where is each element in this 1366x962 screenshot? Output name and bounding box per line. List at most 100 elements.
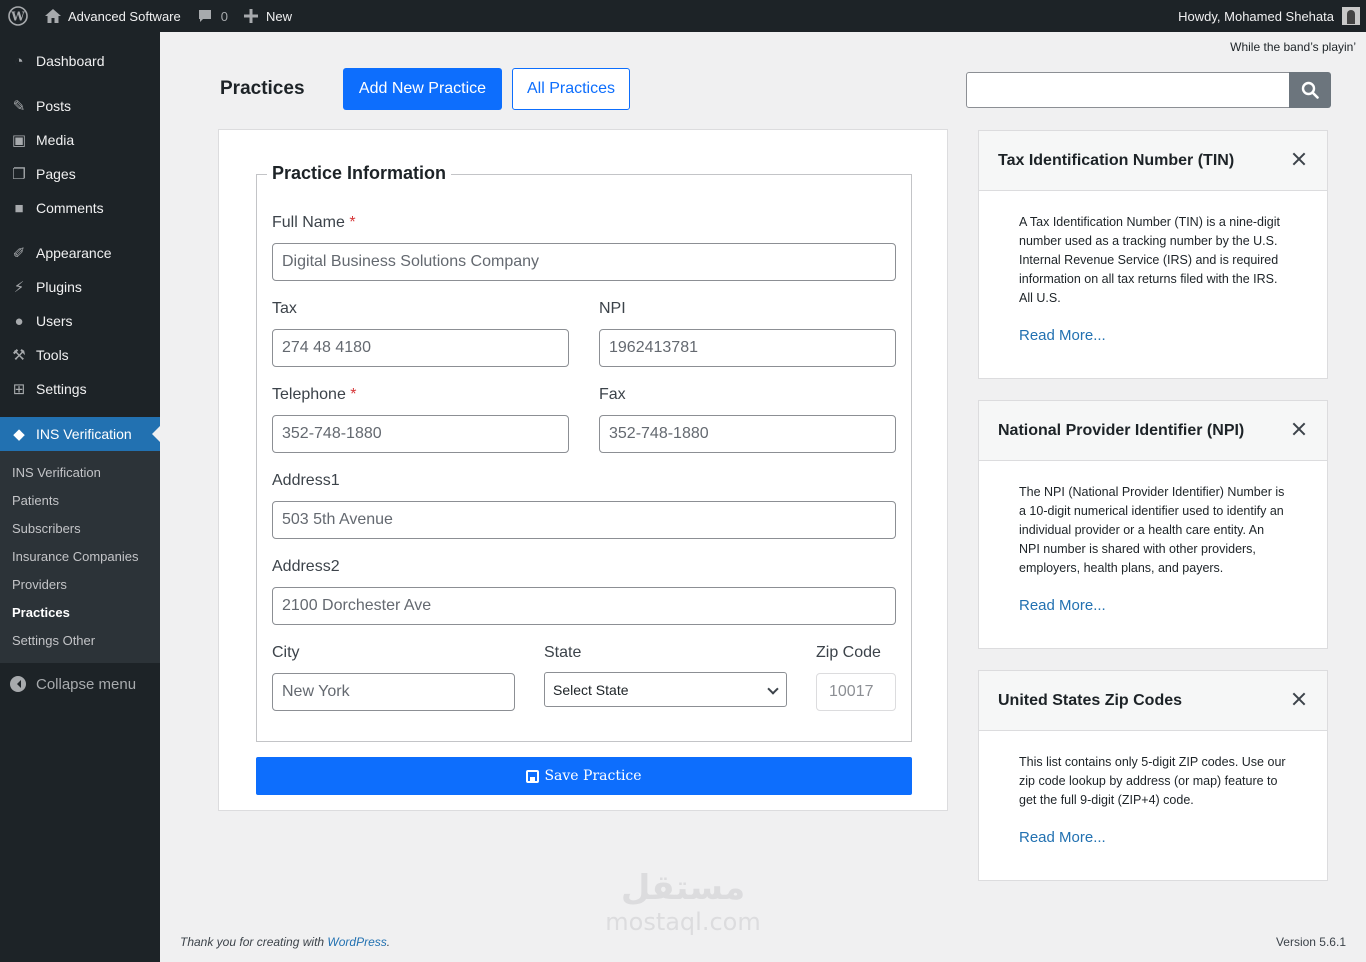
submenu-item-practices[interactable]: Practices bbox=[0, 598, 160, 626]
full-name-label: Full Name * bbox=[272, 214, 356, 232]
sidebar-item-plugins[interactable]: ⚡ Plugins bbox=[0, 270, 160, 304]
search-button[interactable] bbox=[1289, 72, 1331, 108]
read-more-link[interactable]: Read More... bbox=[1019, 596, 1287, 615]
collapse-menu-label: Collapse menu bbox=[36, 675, 137, 693]
footer-period: . bbox=[386, 935, 391, 949]
sidebar-item-ins-verification[interactable]: ◆ INS Verification bbox=[0, 417, 160, 451]
sidebar-item-settings[interactable]: ⊞ Settings bbox=[0, 372, 160, 406]
watermark-latin: mostaql.com bbox=[605, 908, 761, 936]
close-icon[interactable] bbox=[1291, 691, 1307, 707]
submenu-item-subscribers[interactable]: Subscribers bbox=[0, 514, 160, 542]
npi-label: NPI bbox=[599, 300, 626, 317]
chevron-down-icon bbox=[767, 683, 779, 695]
fieldset-legend: Practice Information bbox=[267, 163, 452, 184]
media-icon: ▣ bbox=[11, 132, 27, 149]
plus-icon bbox=[243, 9, 258, 23]
wordpress-logo-icon[interactable]: W bbox=[0, 0, 36, 32]
state-select[interactable]: Select State bbox=[544, 672, 787, 707]
card-text: This list contains only 5-digit ZIP code… bbox=[1019, 755, 1286, 807]
sidebar-item-label: Users bbox=[36, 313, 73, 329]
account-menu[interactable]: Howdy, Mohamed Shehata bbox=[1170, 0, 1366, 32]
collapse-menu-button[interactable]: Collapse menu bbox=[0, 663, 160, 705]
dashboard-icon: ◔ bbox=[14, 52, 24, 70]
close-icon[interactable] bbox=[1291, 421, 1307, 437]
npi-info-card: National Provider Identifier (NPI) The N… bbox=[978, 400, 1328, 649]
sidebar-item-label: Posts bbox=[36, 98, 72, 114]
state-select-value: Select State bbox=[553, 681, 629, 698]
brush-icon: ✐ bbox=[12, 245, 26, 262]
fax-input[interactable]: 352-748-1880 bbox=[599, 415, 896, 453]
submenu-item-patients[interactable]: Patients bbox=[0, 486, 160, 514]
collapse-arrow-icon bbox=[10, 676, 26, 692]
comment-icon: ■ bbox=[14, 199, 24, 217]
new-label: New bbox=[265, 8, 292, 24]
read-more-link[interactable]: Read More... bbox=[1019, 326, 1287, 345]
sidebar-item-media[interactable]: ▣ Media bbox=[0, 123, 160, 157]
comments-link[interactable]: 0 bbox=[189, 0, 236, 32]
site-name-link[interactable]: Advanced Software bbox=[36, 0, 189, 32]
sidebar-item-label: Settings bbox=[36, 381, 87, 397]
npi-input[interactable]: 1962413781 bbox=[599, 329, 896, 367]
telephone-label-text: Telephone bbox=[272, 386, 346, 403]
full-name-input[interactable]: Digital Business Solutions Company bbox=[272, 243, 896, 281]
tin-info-card: Tax Identification Number (TIN) A Tax Id… bbox=[978, 130, 1328, 379]
mostaql-watermark: مستقل mostaql.com bbox=[598, 862, 768, 936]
address1-label: Address1 bbox=[272, 472, 340, 489]
wordpress-link[interactable]: WordPress bbox=[327, 935, 386, 949]
card-header: National Provider Identifier (NPI) bbox=[979, 401, 1327, 461]
new-content-link[interactable]: New bbox=[236, 0, 300, 32]
address1-input[interactable]: 503 5th Avenue bbox=[272, 501, 896, 539]
all-practices-button[interactable]: All Practices bbox=[512, 68, 630, 110]
site-name: Advanced Software bbox=[68, 8, 181, 24]
sidebar-item-label: Dashboard bbox=[36, 53, 105, 69]
home-icon bbox=[45, 9, 61, 23]
sidebar-item-comments[interactable]: ■ Comments bbox=[0, 191, 160, 225]
submenu-item-providers[interactable]: Providers bbox=[0, 570, 160, 598]
sidebar-item-label: Pages bbox=[36, 166, 76, 182]
zip-code-input[interactable]: 10017 bbox=[816, 673, 896, 711]
telephone-label: Telephone * bbox=[272, 386, 357, 404]
tax-label: Tax bbox=[272, 300, 297, 317]
sidebar-item-label: Media bbox=[36, 132, 75, 148]
required-mark: * bbox=[349, 214, 356, 231]
save-disk-icon bbox=[526, 769, 540, 783]
card-title: Tax Identification Number (TIN) bbox=[998, 151, 1235, 169]
sidebar-item-dashboard[interactable]: ◔ Dashboard bbox=[0, 44, 160, 78]
tax-input[interactable]: 274 48 4180 bbox=[272, 329, 569, 367]
avatar bbox=[1342, 7, 1360, 25]
sidebar-item-label: Comments bbox=[36, 200, 104, 216]
sidebar-item-users[interactable]: ● Users bbox=[0, 304, 160, 338]
save-practice-label: Save Practice bbox=[544, 768, 642, 784]
zip-info-card: United States Zip Codes This list contai… bbox=[978, 670, 1328, 881]
page-title: Practices bbox=[220, 78, 305, 99]
submenu-item-ins-verification[interactable]: INS Verification bbox=[0, 458, 160, 486]
sidebar-item-tools[interactable]: ⚒ Tools bbox=[0, 338, 160, 372]
read-more-link[interactable]: Read More... bbox=[1019, 828, 1287, 847]
save-practice-button[interactable]: Save Practice bbox=[256, 757, 912, 795]
state-label: State bbox=[544, 644, 582, 661]
full-name-label-text: Full Name bbox=[272, 214, 345, 231]
pin-icon: ✎ bbox=[12, 98, 26, 115]
settings-icon: ⊞ bbox=[12, 381, 26, 398]
submenu-item-settings-other[interactable]: Settings Other bbox=[0, 626, 160, 654]
wrench-icon: ⚒ bbox=[12, 347, 26, 364]
search-input[interactable] bbox=[966, 72, 1290, 108]
city-input[interactable]: New York bbox=[272, 673, 515, 711]
submenu-item-insurance-companies[interactable]: Insurance Companies bbox=[0, 542, 160, 570]
practice-form-card: Practice Information Full Name * Digital… bbox=[218, 129, 948, 811]
card-text: A Tax Identification Number (TIN) is a n… bbox=[1019, 215, 1280, 305]
tag-icon: ◆ bbox=[13, 426, 25, 443]
fax-label: Fax bbox=[599, 386, 626, 403]
footer-version: Version 5.6.1 bbox=[1275, 935, 1346, 949]
sidebar-item-pages[interactable]: ❐ Pages bbox=[0, 157, 160, 191]
add-new-practice-button[interactable]: Add New Practice bbox=[343, 68, 502, 110]
address2-input[interactable]: 2100 Dorchester Ave bbox=[272, 587, 896, 625]
close-icon[interactable] bbox=[1291, 151, 1307, 167]
sidebar-item-label: Plugins bbox=[36, 279, 82, 295]
sidebar-item-posts[interactable]: ✎ Posts bbox=[0, 89, 160, 123]
sidebar-item-appearance[interactable]: ✐ Appearance bbox=[0, 236, 160, 270]
user-icon: ● bbox=[14, 312, 24, 330]
telephone-input[interactable]: 352-748-1880 bbox=[272, 415, 569, 453]
ins-verification-submenu: INS Verification Patients Subscribers In… bbox=[0, 451, 160, 663]
card-body: The NPI (National Provider Identifier) N… bbox=[979, 461, 1327, 615]
